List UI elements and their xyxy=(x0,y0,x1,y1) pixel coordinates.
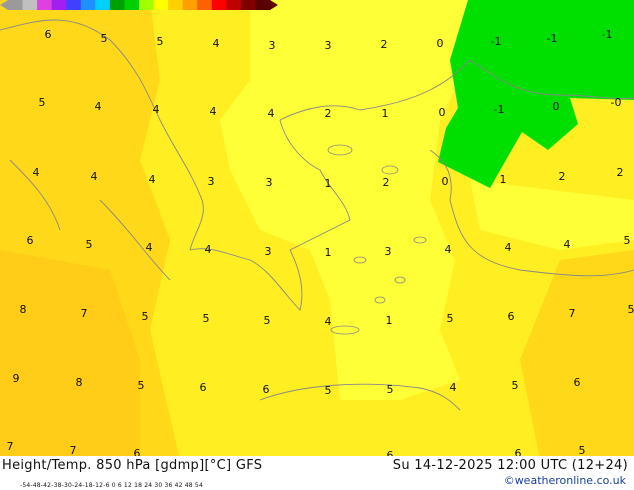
isotherm-label: 4 xyxy=(505,241,512,254)
isotherm-label: 5 xyxy=(387,383,394,396)
isotherm-label: -1 xyxy=(494,103,505,116)
isotherm-label: 0 xyxy=(439,106,446,119)
isotherm-label: 0 xyxy=(553,100,560,113)
isotherm-label: 3 xyxy=(208,175,215,188)
isotherm-label: 1 xyxy=(325,246,332,259)
isotherm-label: 4 xyxy=(210,105,217,118)
isotherm-label: 2 xyxy=(617,166,624,179)
color-scale-ticks: -54-48-42-38-30-24-18-12-6 0 6 12 18 24 … xyxy=(20,482,203,489)
isotherm-label: 3 xyxy=(266,176,273,189)
isotherm-label: 2 xyxy=(325,107,332,120)
isotherm-label: 2 xyxy=(381,38,388,51)
isotherm-label: 4 xyxy=(146,241,153,254)
isotherm-label: 5 xyxy=(325,384,332,397)
isotherm-label: 1 xyxy=(325,177,332,190)
isotherm-label: 4 xyxy=(91,170,98,183)
isotherm-label: 0 xyxy=(437,37,444,50)
isotherm-label: 5 xyxy=(203,312,210,325)
scale-swatch xyxy=(80,0,96,10)
scale-swatch xyxy=(124,0,140,10)
isotherm-label: 4 xyxy=(564,238,571,251)
isotherm-label: 4 xyxy=(325,315,332,328)
isotherm-label: -1 xyxy=(547,32,558,45)
scale-arrow-left xyxy=(0,0,8,10)
isotherm-label: 1 xyxy=(382,107,389,120)
scale-swatch xyxy=(66,0,82,10)
isotherm-label: 5 xyxy=(264,314,271,327)
isotherm-label: 8 xyxy=(76,376,83,389)
isotherm-label: 4 xyxy=(33,166,40,179)
scale-swatch xyxy=(226,0,242,10)
scale-swatch xyxy=(168,0,184,10)
scale-swatch xyxy=(95,0,111,10)
scale-swatch xyxy=(255,0,271,10)
scale-swatch xyxy=(153,0,169,10)
isotherm-label: 6 xyxy=(508,310,515,323)
scale-swatch xyxy=(8,0,24,10)
isotherm-label: 7 xyxy=(569,307,576,320)
isotherm-label: 5 xyxy=(447,312,454,325)
isotherm-label: 6 xyxy=(574,376,581,389)
isotherm-label: 3 xyxy=(385,245,392,258)
scale-swatch xyxy=(211,0,227,10)
isotherm-label: 9 xyxy=(13,372,20,385)
scale-swatch xyxy=(182,0,198,10)
isotherm-label: 3 xyxy=(325,39,332,52)
scale-swatch xyxy=(197,0,213,10)
isotherm-label: 6 xyxy=(200,381,207,394)
isotherm-label: -1 xyxy=(602,28,613,41)
isotherm-label: -0 xyxy=(611,96,622,109)
isotherm-label: 4 xyxy=(95,100,102,113)
scale-swatch xyxy=(22,0,38,10)
isotherm-label: 1 xyxy=(386,314,393,327)
isotherm-label: 6 xyxy=(263,383,270,396)
isotherm-label: 8 xyxy=(20,303,27,316)
isotherm-label: 1 xyxy=(500,173,507,186)
isotherm-label: 0 xyxy=(442,175,449,188)
isotherm-label: 4 xyxy=(213,37,220,50)
isotherm-label: 5 xyxy=(512,379,519,392)
scale-swatch xyxy=(139,0,155,10)
isotherm-label: 5 xyxy=(101,32,108,45)
isotherm-label: 2 xyxy=(383,176,390,189)
isotherm-label: 6 xyxy=(45,28,52,41)
isotherm-label: 4 xyxy=(205,243,212,256)
isotherm-label: 5 xyxy=(86,238,93,251)
isotherm-label: 4 xyxy=(153,103,160,116)
map-title: Height/Temp. 850 hPa [gdmp][°C] GFS xyxy=(2,458,263,473)
isotherm-label: 6 xyxy=(27,234,34,247)
isotherm-label: 5 xyxy=(138,379,145,392)
scale-arrow-right xyxy=(270,0,278,10)
map-datetime: Su 14-12-2025 12:00 UTC (12+24) xyxy=(392,458,628,473)
isotherm-label: 4 xyxy=(445,243,452,256)
isotherm-label: 3 xyxy=(269,39,276,52)
isotherm-label: 2 xyxy=(559,170,566,183)
isotherm-label: -1 xyxy=(491,35,502,48)
isotherm-label: 5 xyxy=(628,303,634,316)
map-canvas: 6 5 5 4 3 3 2 0 -1 -1 -1 5 4 4 4 4 2 1 0… xyxy=(0,0,634,462)
isotherm-label: 4 xyxy=(268,107,275,120)
scale-swatch xyxy=(109,0,125,10)
isotherm-label: 5 xyxy=(157,35,164,48)
scale-swatch xyxy=(51,0,67,10)
isotherm-label: 3 xyxy=(265,245,272,258)
scale-swatch xyxy=(37,0,53,10)
scale-swatch xyxy=(240,0,256,10)
isotherm-label: 5 xyxy=(39,96,46,109)
color-scale xyxy=(0,0,278,10)
credit-link[interactable]: ©weatheronline.co.uk xyxy=(504,474,626,487)
isotherm-label: 4 xyxy=(149,173,156,186)
isotherm-label: 5 xyxy=(624,234,631,247)
weather-map: 6 5 5 4 3 3 2 0 -1 -1 -1 5 4 4 4 4 2 1 0… xyxy=(0,0,634,490)
isotherm-label: 4 xyxy=(450,381,457,394)
isotherm-label: 5 xyxy=(142,310,149,323)
isotherm-label: 7 xyxy=(81,307,88,320)
isotherm-label: 7 xyxy=(7,440,14,453)
